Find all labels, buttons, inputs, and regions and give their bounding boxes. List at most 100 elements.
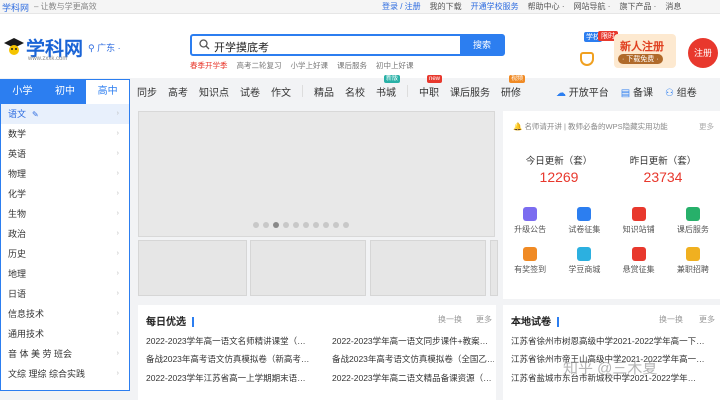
carousel-dot[interactable] [323,222,329,228]
tool-upgrade-notice[interactable]: 升级公告 [503,207,557,235]
subject-item-it[interactable]: 信息技术 › [1,304,129,324]
yesterday-updates-value: 23734 [643,169,683,185]
carousel-banner[interactable] [138,111,495,237]
subject-item-chinese[interactable]: 语文 ✎ › [1,104,129,124]
subject-item-general-tech[interactable]: 通用技术 › [1,324,129,344]
login-register-link[interactable]: 登录 / 注册 [382,1,421,12]
nav-knowledge[interactable]: 知识点 [199,84,229,99]
subject-item-chemistry[interactable]: 化学 › [1,184,129,204]
list-item[interactable]: 2022-2023学年江苏省高一上学期期末语… [146,372,316,384]
site-nav-link[interactable]: 网站导航 · [574,1,611,12]
messages-link[interactable]: 消息 [665,1,681,12]
hotword-link[interactable]: 初中上好课 [376,60,414,71]
open-platform-link[interactable]: ☁ 开放平台 [556,84,609,99]
register-promo[interactable]: 学校 限时 新人注册 · 下载免费 · 注册 [580,28,720,78]
tool-label: 兼职招聘 [676,265,709,274]
site-logo[interactable]: 学科网 www.zxxk.com [4,32,84,62]
subject-item-politics[interactable]: 政治 › [1,224,129,244]
carousel-dot[interactable] [333,222,339,228]
yesterday-updates-label: 昨日更新（套） [629,156,697,167]
subject-item-english[interactable]: 英语 › [1,144,129,164]
list-item[interactable]: 备战2023年高考语文仿真模拟卷（全国乙… [332,353,494,365]
nav-label: 中职 [419,87,439,99]
tab-junior[interactable]: 初中 [43,80,87,104]
subject-item-biology[interactable]: 生物 › [1,204,129,224]
subject-item-arts[interactable]: 音 体 美 劳 班会 › [1,344,129,364]
tool-bounty[interactable]: 悬赏征集 [612,247,666,275]
notice-more-link[interactable]: 更多 [699,121,714,132]
prepare-lesson-link[interactable]: ▤ 备课 [621,84,653,99]
promo-thumbnail[interactable] [138,240,247,296]
nav-sync[interactable]: 同步 [137,84,157,99]
hotword-link[interactable]: 春季开学季 [190,60,228,71]
nav-essay[interactable]: 作文 [271,84,291,99]
tab-primary[interactable]: 小学 [1,80,44,104]
title-accent [192,317,194,328]
nav-vocational[interactable]: 中职 new [419,74,443,99]
carousel-dot[interactable] [313,222,319,228]
promo-thumbnail[interactable] [250,240,366,296]
tool-knowledge-shop[interactable]: 知识站铺 [612,207,666,235]
subject-item-comprehensive[interactable]: 文综 理综 综合实践 › [1,364,129,384]
carousel-dot[interactable] [273,222,279,228]
compose-paper-link[interactable]: ⚇ 组卷 [665,84,697,99]
carousel-dot[interactable] [303,222,309,228]
nav-famous-schools[interactable]: 名校 [345,84,365,99]
tool-grid: 升级公告 试卷征集 知识站铺 课后服务 有奖签到 学豆商城 悬赏征集 兼职招聘 [503,207,720,275]
bell-icon: 🔔 [513,122,523,131]
hot-keywords: 春季开学季 高考二轮复习 小学上好课 课后服务 初中上好课 [190,60,423,71]
new-version-badge: 新版 [384,74,401,83]
tab-senior[interactable]: 高中 [86,80,130,104]
tool-checkin[interactable]: 有奖签到 [503,247,557,275]
nav-bookstore[interactable]: 书城 新版 [376,74,401,99]
nav-gaokao[interactable]: 高考 [168,84,188,99]
hotword-link[interactable]: 课后服务 [337,60,367,71]
subject-item-math[interactable]: 数学 › [1,124,129,144]
hotword-link[interactable]: 小学上好课 [291,60,329,71]
tool-after-school[interactable]: 课后服务 [666,207,720,235]
nav-papers[interactable]: 试卷 [240,84,260,99]
more-link[interactable]: 更多 [699,314,715,325]
carousel-dot[interactable] [263,222,269,228]
subject-item-physics[interactable]: 物理 › [1,164,129,184]
carousel-dot[interactable] [293,222,299,228]
tool-recruit[interactable]: 兼职招聘 [666,247,720,275]
school-service-link[interactable]: 开通学校服务 [471,1,519,12]
watermark: 知乎 @三木夏 [563,360,658,377]
more-link[interactable]: 更多 [476,314,492,325]
products-link[interactable]: 旗下产品 · [619,1,656,12]
location-selector[interactable]: ⚲ 广东 · [88,41,121,54]
hotword-link[interactable]: 高考二轮复习 [237,60,282,71]
carousel-dot[interactable] [343,222,349,228]
nav-after-school[interactable]: 课后服务 [450,84,490,99]
carousel-dot[interactable] [253,222,259,228]
tool-bean-mall[interactable]: 学豆商城 [557,247,611,275]
register-button[interactable]: 注册 [688,38,718,68]
promo-thumbnail[interactable] [370,240,486,296]
local-papers-title: 本地试卷 [511,313,559,328]
promo-card[interactable]: 新人注册 · 下载免费 · [614,34,676,68]
top-brand[interactable]: 学科网 [2,1,29,14]
subject-item-history[interactable]: 历史 › [1,244,129,264]
subject-item-geography[interactable]: 地理 › [1,264,129,284]
refresh-link[interactable]: 换一换 [659,314,683,325]
tool-label: 知识站铺 [622,225,655,234]
carousel-dot[interactable] [283,222,289,228]
list-item[interactable]: 2022-2023学年高一语文同步课件+教案… [332,335,494,347]
list-item[interactable]: 江苏省徐州市树恩高级中学2021-2022学年高一下… [511,335,716,347]
list-item[interactable]: 备战2023年高考语文仿真模拟卷（新高考… [146,353,316,365]
list-item[interactable]: 2022-2023学年高一语文名师精讲课堂（… [146,335,316,347]
nav-research[interactable]: 研修 视频 [501,74,526,99]
refresh-link[interactable]: 换一换 [438,314,462,325]
help-center-link[interactable]: 帮助中心 · [528,1,565,12]
notice-text[interactable]: 🔔 名师请开讲 | 教师必备的WPS隐藏实用功能 [513,121,668,132]
my-downloads-link[interactable]: 我的下载 [430,1,462,12]
subject-item-japanese[interactable]: 日语 › [1,284,129,304]
tool-paper-collection[interactable]: 试卷征集 [557,207,611,235]
list-item[interactable]: 2022-2023学年高二语文精品备课资源（… [332,372,494,384]
nav-premium[interactable]: 精品 [314,84,334,99]
search-input[interactable]: 开学摸底考 [214,39,269,55]
location-pin-icon: ⚲ [88,43,95,53]
search-button[interactable]: 搜索 [460,34,504,56]
promo-thumbnail[interactable] [490,240,498,296]
